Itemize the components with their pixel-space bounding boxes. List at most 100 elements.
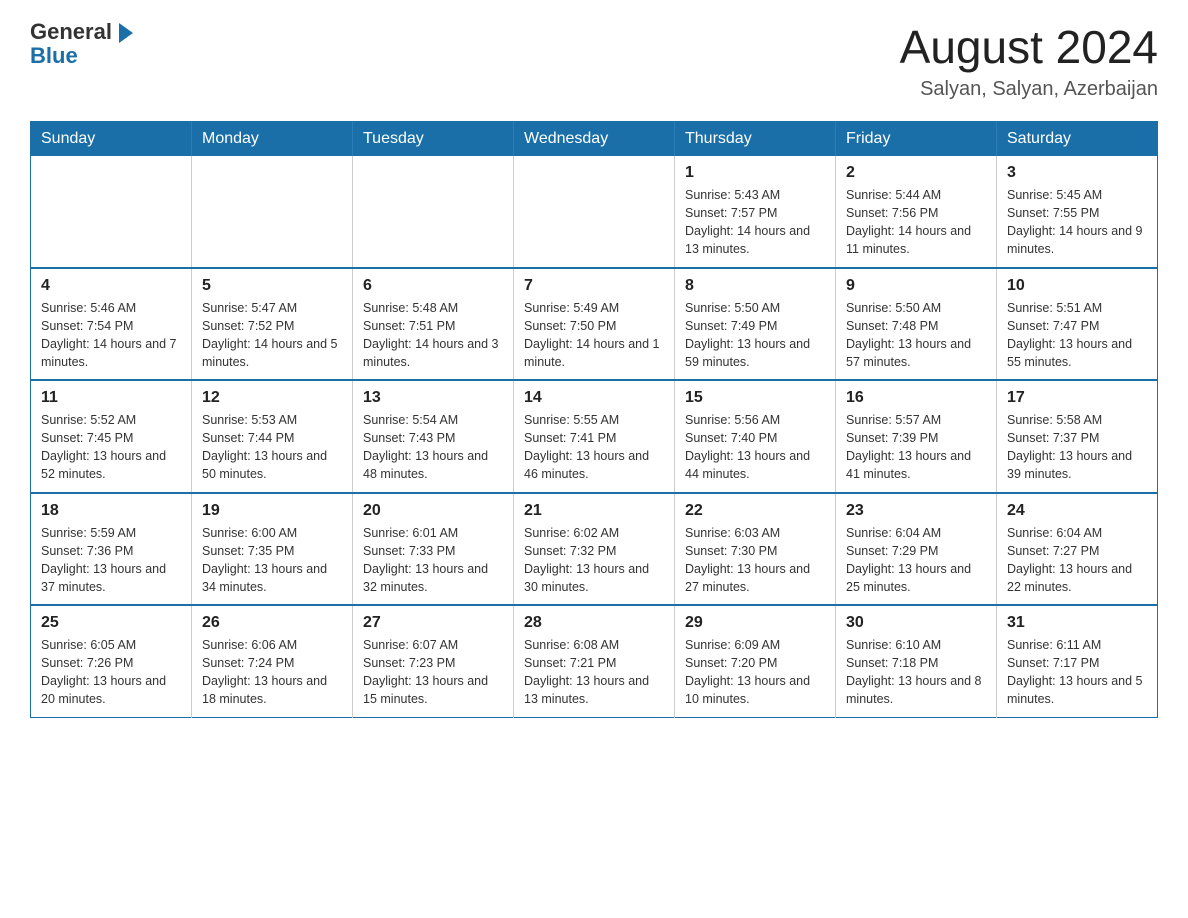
day-info: Sunrise: 5:58 AM Sunset: 7:37 PM Dayligh… xyxy=(1007,411,1147,484)
day-number: 23 xyxy=(846,502,986,520)
day-number: 8 xyxy=(685,277,825,295)
weekday-header-friday: Friday xyxy=(836,122,997,157)
weekday-header-row: SundayMondayTuesdayWednesdayThursdayFrid… xyxy=(31,122,1158,157)
day-number: 7 xyxy=(524,277,664,295)
weekday-header-wednesday: Wednesday xyxy=(514,122,675,157)
day-cell: 14 Sunrise: 5:55 AM Sunset: 7:41 PM Dayli… xyxy=(514,380,675,493)
day-number: 30 xyxy=(846,614,986,632)
day-info: Sunrise: 5:46 AM Sunset: 7:54 PM Dayligh… xyxy=(41,299,181,372)
day-cell: 18Sunrise: 5:59 AM Sunset: 7:36 PM Dayli… xyxy=(31,493,192,606)
day-info: Sunrise: 5:47 AM Sunset: 7:52 PM Dayligh… xyxy=(202,299,342,372)
logo-general-text: General xyxy=(30,19,112,44)
day-number: 20 xyxy=(363,502,503,520)
day-number: 22 xyxy=(685,502,825,520)
day-cell xyxy=(353,156,514,268)
calendar-table: SundayMondayTuesdayWednesdayThursdayFrid… xyxy=(30,121,1158,718)
day-number: 14 xyxy=(524,389,664,407)
day-info: Sunrise: 5:56 AM Sunset: 7:40 PM Dayligh… xyxy=(685,411,825,484)
day-cell: 26 Sunrise: 6:06 AM Sunset: 7:24 PM Dayli… xyxy=(192,605,353,717)
day-number: 11 xyxy=(41,389,181,407)
day-cell: 11 Sunrise: 5:52 AM Sunset: 7:45 PM Dayli… xyxy=(31,380,192,493)
day-cell: 15 Sunrise: 5:56 AM Sunset: 7:40 PM Dayli… xyxy=(675,380,836,493)
day-number: 10 xyxy=(1007,277,1147,295)
week-row-4: 18Sunrise: 5:59 AM Sunset: 7:36 PM Dayli… xyxy=(31,493,1158,606)
day-info: Sunrise: 5:44 AM Sunset: 7:56 PM Dayligh… xyxy=(846,186,986,259)
day-number: 27 xyxy=(363,614,503,632)
day-cell: 24 Sunrise: 6:04 AM Sunset: 7:27 PM Dayli… xyxy=(997,493,1158,606)
day-cell: 23 Sunrise: 6:04 AM Sunset: 7:29 PM Dayli… xyxy=(836,493,997,606)
day-cell: 22 Sunrise: 6:03 AM Sunset: 7:30 PM Dayli… xyxy=(675,493,836,606)
week-row-5: 25 Sunrise: 6:05 AM Sunset: 7:26 PM Dayli… xyxy=(31,605,1158,717)
day-info: Sunrise: 5:57 AM Sunset: 7:39 PM Dayligh… xyxy=(846,411,986,484)
day-info: Sunrise: 5:45 AM Sunset: 7:55 PM Dayligh… xyxy=(1007,186,1147,259)
day-info: Sunrise: 5:49 AM Sunset: 7:50 PM Dayligh… xyxy=(524,299,664,372)
day-number: 13 xyxy=(363,389,503,407)
day-cell: 25 Sunrise: 6:05 AM Sunset: 7:26 PM Dayli… xyxy=(31,605,192,717)
day-info: Sunrise: 5:50 AM Sunset: 7:48 PM Dayligh… xyxy=(846,299,986,372)
day-info: Sunrise: 6:00 AM Sunset: 7:35 PM Dayligh… xyxy=(202,524,342,597)
day-number: 26 xyxy=(202,614,342,632)
day-number: 2 xyxy=(846,164,986,182)
weekday-header-monday: Monday xyxy=(192,122,353,157)
day-info: Sunrise: 6:04 AM Sunset: 7:29 PM Dayligh… xyxy=(846,524,986,597)
day-info: Sunrise: 6:03 AM Sunset: 7:30 PM Dayligh… xyxy=(685,524,825,597)
day-cell: 1 Sunrise: 5:43 AM Sunset: 7:57 PM Daylig… xyxy=(675,156,836,268)
day-number: 9 xyxy=(846,277,986,295)
day-number: 12 xyxy=(202,389,342,407)
day-info: Sunrise: 6:02 AM Sunset: 7:32 PM Dayligh… xyxy=(524,524,664,597)
day-cell: 10Sunrise: 5:51 AM Sunset: 7:47 PM Dayli… xyxy=(997,268,1158,381)
day-number: 25 xyxy=(41,614,181,632)
day-info: Sunrise: 6:01 AM Sunset: 7:33 PM Dayligh… xyxy=(363,524,503,597)
day-number: 6 xyxy=(363,277,503,295)
weekday-header-saturday: Saturday xyxy=(997,122,1158,157)
day-cell: 6 Sunrise: 5:48 AM Sunset: 7:51 PM Daylig… xyxy=(353,268,514,381)
day-number: 24 xyxy=(1007,502,1147,520)
day-cell: 28 Sunrise: 6:08 AM Sunset: 7:21 PM Dayli… xyxy=(514,605,675,717)
day-info: Sunrise: 6:06 AM Sunset: 7:24 PM Dayligh… xyxy=(202,636,342,709)
day-number: 1 xyxy=(685,164,825,182)
day-number: 31 xyxy=(1007,614,1147,632)
day-cell: 27 Sunrise: 6:07 AM Sunset: 7:23 PM Dayli… xyxy=(353,605,514,717)
day-info: Sunrise: 5:43 AM Sunset: 7:57 PM Dayligh… xyxy=(685,186,825,259)
day-info: Sunrise: 6:09 AM Sunset: 7:20 PM Dayligh… xyxy=(685,636,825,709)
day-cell: 21Sunrise: 6:02 AM Sunset: 7:32 PM Dayli… xyxy=(514,493,675,606)
location-subtitle: Salyan, Salyan, Azerbaijan xyxy=(900,78,1158,101)
day-cell: 16 Sunrise: 5:57 AM Sunset: 7:39 PM Dayli… xyxy=(836,380,997,493)
day-cell: 3 Sunrise: 5:45 AM Sunset: 7:55 PM Daylig… xyxy=(997,156,1158,268)
day-number: 28 xyxy=(524,614,664,632)
week-row-2: 4 Sunrise: 5:46 AM Sunset: 7:54 PM Daylig… xyxy=(31,268,1158,381)
day-info: Sunrise: 6:10 AM Sunset: 7:18 PM Dayligh… xyxy=(846,636,986,709)
day-info: Sunrise: 6:04 AM Sunset: 7:27 PM Dayligh… xyxy=(1007,524,1147,597)
day-number: 3 xyxy=(1007,164,1147,182)
day-cell: 5Sunrise: 5:47 AM Sunset: 7:52 PM Daylig… xyxy=(192,268,353,381)
month-year-title: August 2024 xyxy=(900,20,1158,74)
day-cell: 12Sunrise: 5:53 AM Sunset: 7:44 PM Dayli… xyxy=(192,380,353,493)
day-cell: 31 Sunrise: 6:11 AM Sunset: 7:17 PM Dayli… xyxy=(997,605,1158,717)
day-info: Sunrise: 5:55 AM Sunset: 7:41 PM Dayligh… xyxy=(524,411,664,484)
logo-blue-text: Blue xyxy=(30,44,136,68)
day-number: 15 xyxy=(685,389,825,407)
day-cell: 29 Sunrise: 6:09 AM Sunset: 7:20 PM Dayli… xyxy=(675,605,836,717)
week-row-1: 1 Sunrise: 5:43 AM Sunset: 7:57 PM Daylig… xyxy=(31,156,1158,268)
day-cell: 4 Sunrise: 5:46 AM Sunset: 7:54 PM Daylig… xyxy=(31,268,192,381)
day-cell xyxy=(31,156,192,268)
day-cell: 2 Sunrise: 5:44 AM Sunset: 7:56 PM Daylig… xyxy=(836,156,997,268)
day-info: Sunrise: 5:48 AM Sunset: 7:51 PM Dayligh… xyxy=(363,299,503,372)
weekday-header-thursday: Thursday xyxy=(675,122,836,157)
weekday-header-tuesday: Tuesday xyxy=(353,122,514,157)
day-cell: 30 Sunrise: 6:10 AM Sunset: 7:18 PM Dayli… xyxy=(836,605,997,717)
day-info: Sunrise: 6:07 AM Sunset: 7:23 PM Dayligh… xyxy=(363,636,503,709)
day-info: Sunrise: 6:11 AM Sunset: 7:17 PM Dayligh… xyxy=(1007,636,1147,709)
day-number: 4 xyxy=(41,277,181,295)
day-info: Sunrise: 6:08 AM Sunset: 7:21 PM Dayligh… xyxy=(524,636,664,709)
day-cell: 7 Sunrise: 5:49 AM Sunset: 7:50 PM Daylig… xyxy=(514,268,675,381)
day-number: 16 xyxy=(846,389,986,407)
day-info: Sunrise: 5:52 AM Sunset: 7:45 PM Dayligh… xyxy=(41,411,181,484)
week-row-3: 11 Sunrise: 5:52 AM Sunset: 7:45 PM Dayli… xyxy=(31,380,1158,493)
day-number: 29 xyxy=(685,614,825,632)
day-number: 17 xyxy=(1007,389,1147,407)
day-number: 18 xyxy=(41,502,181,520)
day-info: Sunrise: 5:54 AM Sunset: 7:43 PM Dayligh… xyxy=(363,411,503,484)
day-cell: 13 Sunrise: 5:54 AM Sunset: 7:43 PM Dayli… xyxy=(353,380,514,493)
day-info: Sunrise: 6:05 AM Sunset: 7:26 PM Dayligh… xyxy=(41,636,181,709)
